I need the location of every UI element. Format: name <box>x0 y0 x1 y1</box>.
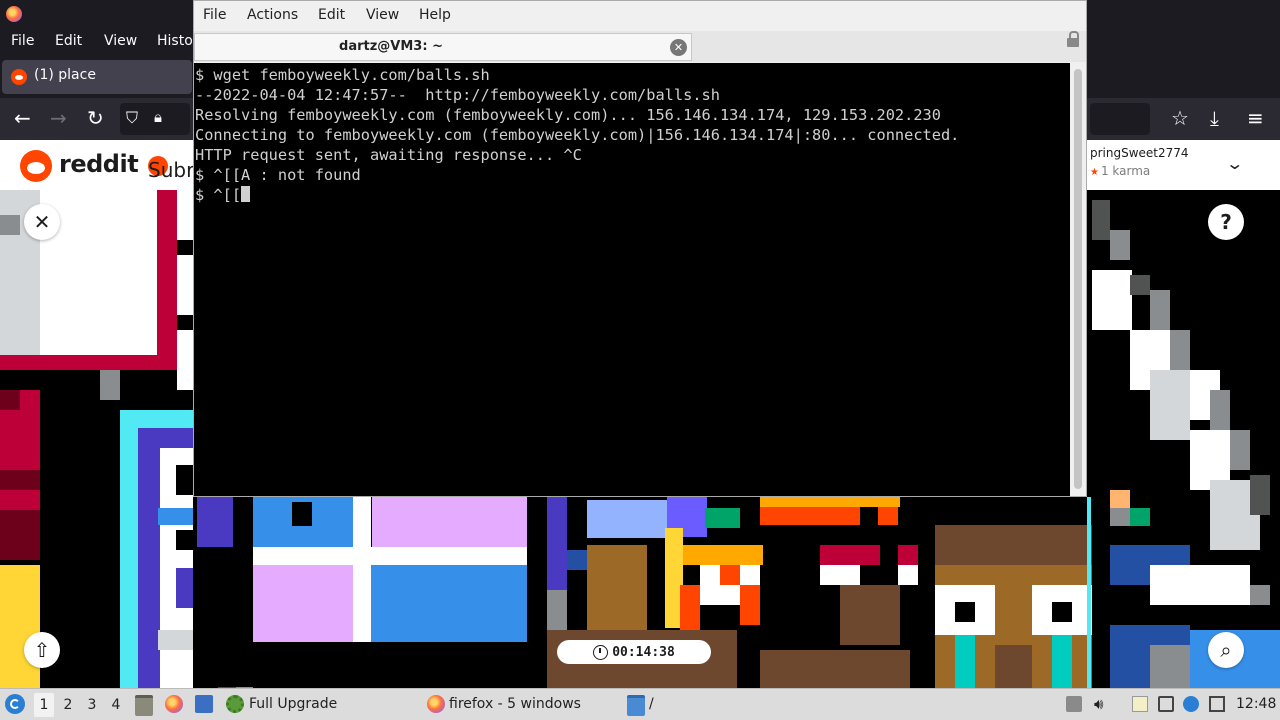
task-firefox[interactable]: firefox - 5 windows <box>449 696 581 712</box>
scrollbar-thumb[interactable] <box>1074 69 1082 489</box>
network-icon[interactable] <box>1158 696 1174 712</box>
reddit-wordmark[interactable]: reddit <box>59 150 139 178</box>
firefox-icon <box>6 6 22 22</box>
package-icon[interactable] <box>1066 696 1082 712</box>
shield-icon[interactable]: ⛉ <box>126 108 138 128</box>
terminal-window[interactable]: File Actions Edit View Help dartz@VM3: ~… <box>193 0 1087 497</box>
ff-menu-file[interactable]: File <box>11 33 34 49</box>
firefox-tab-title: (1) place <box>34 67 96 83</box>
terminal-scrollbar[interactable] <box>1070 63 1086 496</box>
display-icon[interactable] <box>1209 696 1225 712</box>
firefox-task-icon <box>427 695 445 713</box>
terminal-menubar: File Actions Edit View Help <box>194 1 1086 31</box>
subreddit-label[interactable]: Subr <box>148 158 194 182</box>
ff-menu-history[interactable]: Histo <box>157 33 193 49</box>
terminal-tabbar: dartz@VM3: ~ ✕ <box>194 31 1086 62</box>
notification-icon[interactable] <box>1183 696 1199 712</box>
terminal-tab-title: dartz@VM3: ~ <box>339 39 443 54</box>
reddit-favicon-icon <box>11 69 27 85</box>
term-menu-file[interactable]: File <box>203 7 226 23</box>
taskbar-clock[interactable]: 12:48 <box>1236 696 1276 712</box>
ff-menu-view[interactable]: View <box>104 33 137 49</box>
term-menu-edit[interactable]: Edit <box>318 7 345 23</box>
firefox-launcher-icon[interactable] <box>165 695 183 713</box>
zoom-icon[interactable]: ⌕ <box>1208 632 1244 668</box>
terminal-line: Resolving femboyweekly.com (femboyweekly… <box>195 106 941 124</box>
back-icon[interactable]: ← <box>14 107 31 129</box>
reload-icon[interactable]: ↻ <box>87 107 104 129</box>
help-icon[interactable]: ? <box>1208 204 1244 240</box>
download-icon[interactable]: ⤓ <box>1210 107 1219 129</box>
cooldown-timer: 00:14:38 <box>557 640 711 664</box>
workspace-4[interactable]: 4 <box>106 693 126 717</box>
workspace-1[interactable]: 1 <box>34 693 54 717</box>
terminal-line: $ wget femboyweekly.com/balls.sh <box>195 66 490 84</box>
reddit-logo-icon[interactable] <box>20 150 52 182</box>
terminal-tab[interactable]: dartz@VM3: ~ ✕ <box>194 33 692 61</box>
gear-icon <box>226 695 244 713</box>
clock-icon <box>593 644 609 660</box>
url-bar[interactable]: ⛉ 🔒︎ <box>120 103 190 135</box>
ff-menu-edit[interactable]: Edit <box>55 33 82 49</box>
terminal-line: --2022-04-04 12:47:57-- http://femboywee… <box>195 86 720 104</box>
folder-icon <box>627 695 645 716</box>
terminal-launcher-icon[interactable] <box>195 695 213 713</box>
term-menu-actions[interactable]: Actions <box>247 7 298 23</box>
terminal-prompt: $ ^[[ <box>195 186 242 204</box>
volume-icon[interactable]: 🔊︎ <box>1094 695 1110 713</box>
start-menu-icon[interactable] <box>5 694 25 714</box>
karma-count: 1 karma <box>1090 164 1150 178</box>
timer-value: 00:14:38 <box>612 644 675 660</box>
task-folder[interactable]: / <box>649 696 654 712</box>
terminal-line: Connecting to femboyweekly.com (femboywe… <box>195 126 960 144</box>
workspace-3[interactable]: 3 <box>82 693 102 717</box>
username[interactable]: pringSweet2774 <box>1090 146 1189 160</box>
url-bar-end[interactable] <box>1090 103 1150 135</box>
lock-icon[interactable]: 🔒︎ <box>154 108 162 126</box>
chevron-down-icon[interactable]: ⌄ <box>1225 154 1244 173</box>
clipboard-icon[interactable] <box>1132 696 1148 712</box>
term-menu-help[interactable]: Help <box>419 7 451 23</box>
terminal-cursor <box>241 186 251 202</box>
share-icon[interactable]: ⇧ <box>24 632 60 668</box>
workspace-2[interactable]: 2 <box>58 693 78 717</box>
task-full-upgrade[interactable]: Full Upgrade <box>249 696 337 712</box>
lock-icon[interactable] <box>1067 31 1079 47</box>
firefox-tab[interactable]: (1) place <box>2 60 192 94</box>
terminal-line: HTTP request sent, awaiting response... … <box>195 146 582 164</box>
close-icon[interactable]: ✕ <box>24 204 60 240</box>
close-tab-icon[interactable]: ✕ <box>670 39 687 56</box>
file-manager-icon[interactable] <box>135 695 153 716</box>
taskbar: 1 2 3 4 Full Upgrade firefox - 5 windows… <box>0 688 1280 720</box>
term-menu-view[interactable]: View <box>366 7 399 23</box>
forward-icon[interactable]: → <box>50 107 67 129</box>
terminal-output[interactable]: $ wget femboyweekly.com/balls.sh --2022-… <box>194 63 1070 496</box>
star-icon[interactable]: ☆ <box>1171 107 1189 129</box>
menu-icon[interactable]: ≡ <box>1247 107 1264 129</box>
terminal-line: $ ^[[A : not found <box>195 166 361 184</box>
